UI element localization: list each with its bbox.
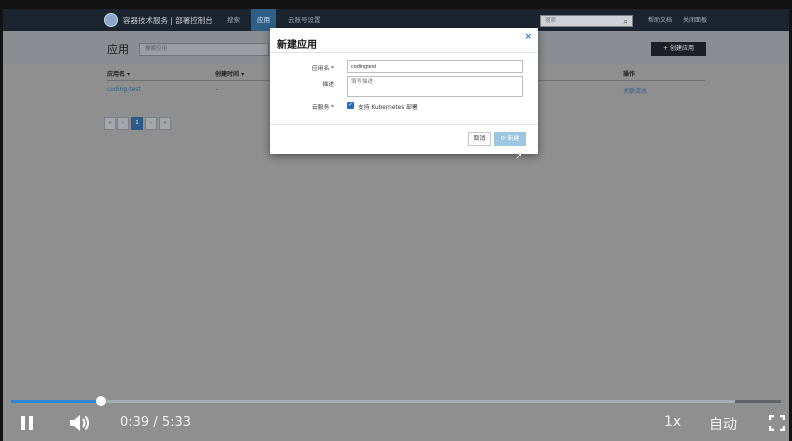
close-icon[interactable]: × <box>524 32 532 42</box>
pager-page-1[interactable]: 1 <box>131 117 143 130</box>
column-header-created[interactable]: 创建时间 ▾ <box>215 69 244 78</box>
playback-time: 0:39 / 5:33 <box>120 415 192 430</box>
seek-bar-buffered <box>11 400 735 403</box>
create-app-button[interactable]: + 创建应用 <box>651 42 706 56</box>
kubernetes-option-label[interactable]: 支持 Kubernetes 部署 <box>358 102 418 111</box>
kubernetes-checkbox[interactable]: ✓ <box>347 102 354 109</box>
pager-first[interactable]: « <box>104 117 116 130</box>
dialog-title: 新建应用 <box>277 40 317 51</box>
help-docs-link[interactable]: 帮助文档 <box>648 15 672 24</box>
brand-title: 容器技术服务 | 部署控制台 <box>123 16 213 25</box>
table-row-created: - <box>216 86 219 93</box>
description-label: 描述 <box>322 82 334 88</box>
video-player: 容器技术服务 | 部署控制台 搜索 应用 云账号设置 搜索 ⌕ 帮助文档 关闭面… <box>0 0 792 441</box>
column-header-name[interactable]: 应用名 ▾ <box>107 69 130 78</box>
quality-button[interactable]: 自动 <box>709 414 737 434</box>
global-search-input[interactable]: 搜索 ⌕ <box>540 15 633 27</box>
dialog-footer-divider <box>270 124 538 125</box>
playback-speed-button[interactable]: 1x <box>664 414 681 430</box>
pager-next[interactable]: › <box>145 117 157 130</box>
pause-icon[interactable] <box>20 416 34 430</box>
description-field[interactable] <box>347 76 523 97</box>
mouse-cursor-icon: ➚ <box>515 152 523 162</box>
nav-search[interactable]: 搜索 <box>221 9 246 31</box>
cancel-button[interactable]: 取消 <box>468 132 491 146</box>
create-button[interactable]: ⟳ 新建 <box>494 132 526 146</box>
search-icon[interactable]: ⌕ <box>624 17 628 27</box>
fullscreen-icon[interactable] <box>769 415 785 431</box>
app-name-label: 应用名 * <box>311 66 334 72</box>
app-name-field[interactable] <box>347 60 523 73</box>
cloud-service-label: 云服务 * <box>311 105 334 111</box>
global-search-placeholder: 搜索 <box>545 18 557 24</box>
column-header-actions: 操作 <box>623 71 636 78</box>
table-row-action-link[interactable]: 关联流水 <box>623 86 647 95</box>
app-search-input[interactable]: 搜索应用 <box>139 43 269 56</box>
dialog-header-divider <box>270 52 538 53</box>
new-app-dialog: 新建应用 × 应用名 * 描述 云服务 * ✓ 支持 Kubernetes 部署… <box>270 28 538 154</box>
pager-prev[interactable]: ‹ <box>117 117 129 130</box>
video-viewport[interactable]: 容器技术服务 | 部署控制台 搜索 应用 云账号设置 搜索 ⌕ 帮助文档 关闭面… <box>3 9 789 441</box>
page-title: 应用 <box>107 43 129 56</box>
close-panel-link[interactable]: 关闭面板 <box>683 15 707 24</box>
brand-logo-icon <box>104 13 118 27</box>
volume-icon[interactable] <box>68 413 92 433</box>
pager-last[interactable]: » <box>159 117 171 130</box>
seek-bar-played <box>11 400 102 403</box>
table-row-app-name[interactable]: coding-test <box>107 86 141 93</box>
